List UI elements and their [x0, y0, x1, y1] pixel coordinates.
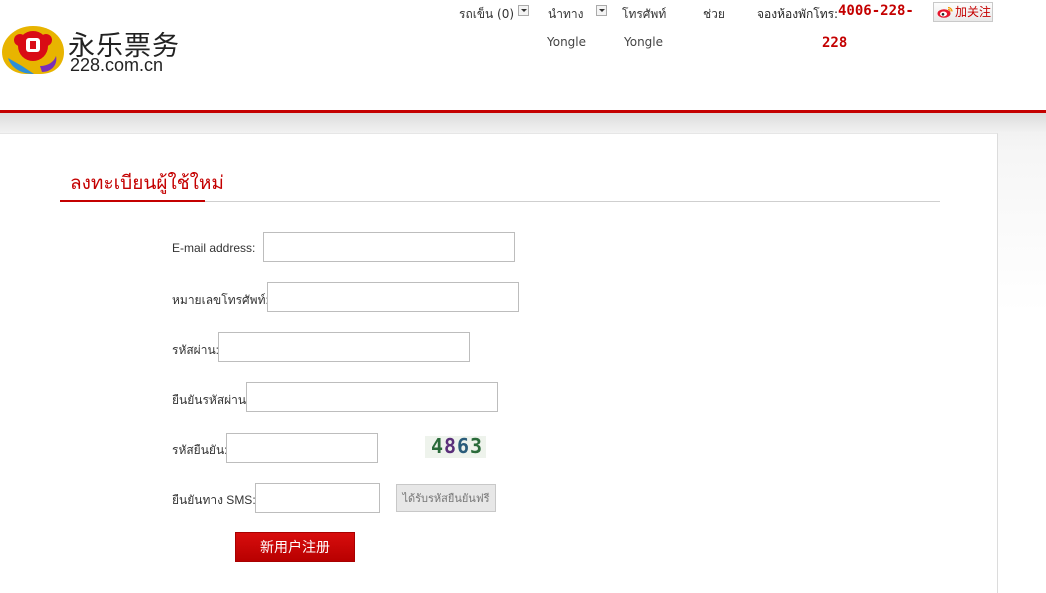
cart-link[interactable]: รถเข็น (0) — [459, 5, 514, 24]
password-label: รหัสผ่าน: — [172, 343, 219, 357]
booking-phone-label: จองห้องพักโทร: — [757, 7, 839, 21]
captcha-field[interactable] — [226, 433, 378, 463]
weibo-follow-button[interactable]: 加关注 — [933, 2, 993, 22]
email-label: E-mail address: — [172, 241, 256, 255]
cart-dropdown-icon[interactable] — [518, 5, 529, 16]
password-field[interactable] — [218, 332, 470, 362]
email-field[interactable] — [263, 232, 515, 262]
weibo-icon — [937, 6, 953, 18]
help-link[interactable]: ช่วย — [703, 5, 725, 24]
phone-label: หมายเลขโทรศัพท์: — [172, 293, 269, 307]
captcha-image[interactable]: 4 8 6 3 — [425, 434, 486, 458]
get-sms-code-button[interactable]: ได้รับรหัสยืนยันฟรี — [396, 484, 496, 512]
page-title: ลงทะเบียนผู้ใช้ใหม่ — [70, 172, 224, 194]
register-button[interactable]: 新用户注册 — [235, 532, 355, 562]
captcha-char: 4 — [431, 434, 444, 458]
site-header: 永乐票务 228.com.cn รถเข็น (0) นำทาง Yongle … — [0, 0, 1046, 112]
top-navigation: รถเข็น (0) นำทาง Yongle โทรศัพท์ Yongle … — [0, 0, 1046, 60]
phone-menu-link[interactable]: โทรศัพท์ — [622, 5, 666, 24]
navigation-link[interactable]: นำทาง — [548, 5, 583, 24]
booking-phone-number-cont: 228 — [822, 35, 848, 51]
captcha-char: 8 — [444, 434, 457, 458]
booking-phone-number: 4006-228- — [838, 3, 914, 19]
registration-card: ลงทะเบียนผู้ใช้ใหม่ E-mail address: หมาย… — [0, 133, 998, 593]
captcha-label: รหัสยืนยัน: — [172, 443, 228, 457]
title-accent-bar — [60, 200, 205, 202]
phone-field[interactable] — [267, 282, 519, 312]
sms-label: ยืนยันทาง SMS: — [172, 493, 256, 507]
navigation-yongle-link[interactable]: Yongle — [547, 35, 586, 49]
phone-menu-yongle-link[interactable]: Yongle — [624, 35, 663, 49]
navigation-dropdown-icon[interactable] — [596, 5, 607, 16]
sms-code-field[interactable] — [255, 483, 380, 513]
captcha-char: 3 — [470, 434, 483, 458]
captcha-char: 6 — [457, 434, 470, 458]
follow-label: 加关注 — [955, 5, 992, 19]
confirm-password-label: ยืนยันรหัสผ่าน: — [172, 393, 250, 407]
confirm-password-field[interactable] — [246, 382, 498, 412]
